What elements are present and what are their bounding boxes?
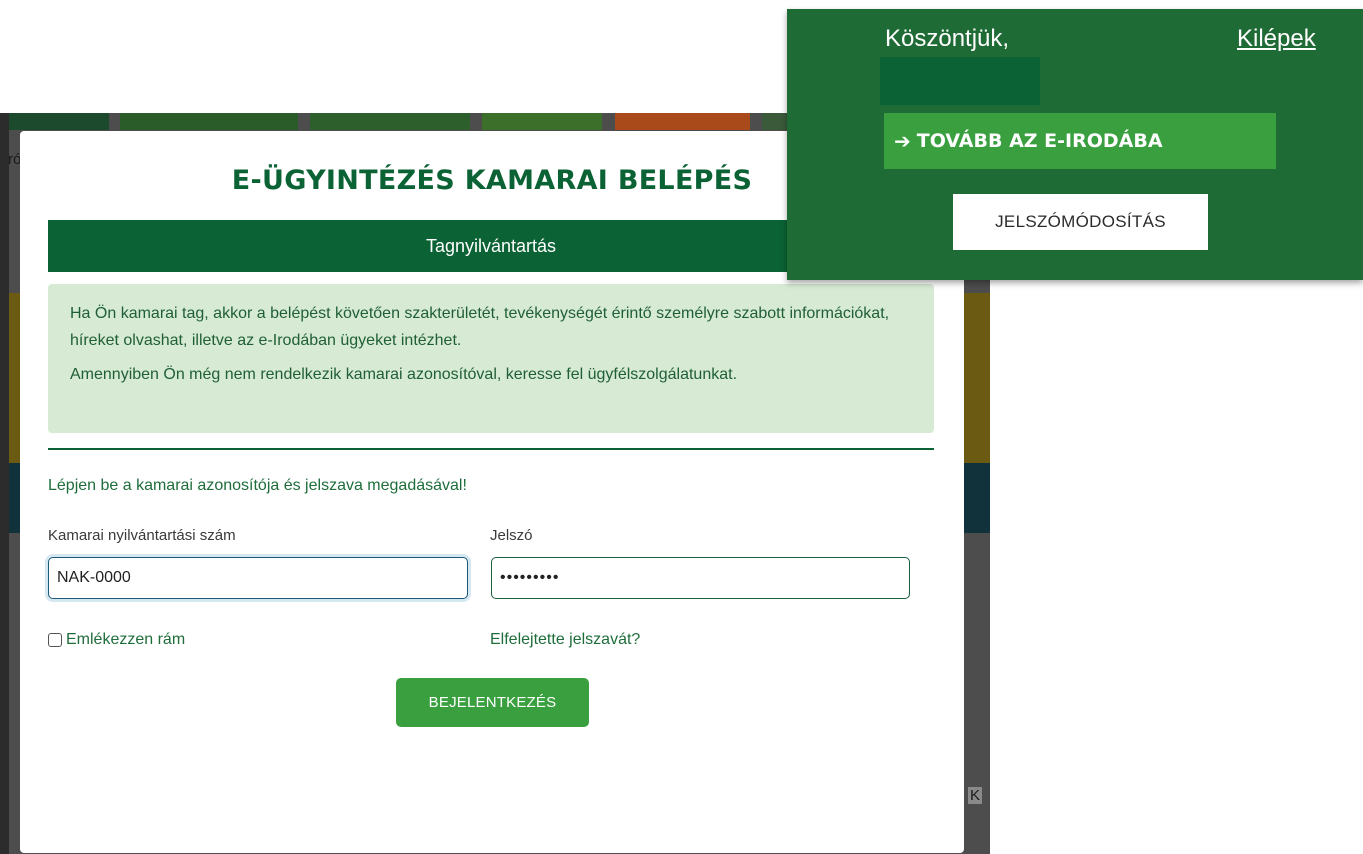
- password-field-label: Jelszó: [490, 527, 533, 544]
- bg-scrollbar: [0, 113, 9, 854]
- bg-strip-1: [9, 113, 109, 130]
- bg-strip-5: [615, 113, 750, 130]
- login-button[interactable]: BEJELENTKEZÉS: [396, 678, 589, 727]
- info-paragraph-2: Amennyiben Ön még nem rendelkezik kamara…: [70, 366, 738, 383]
- remember-me-checkbox[interactable]: [48, 633, 62, 647]
- user-name-redacted: [880, 57, 1040, 105]
- forgot-password-link[interactable]: Elfelejtette jelszavát?: [490, 631, 640, 649]
- bg-strip-2: [120, 113, 298, 130]
- login-instruction: Lépjen be a kamarai azonosítója és jelsz…: [48, 477, 467, 494]
- remember-me-label[interactable]: Emlékezzen rám: [66, 631, 185, 649]
- logout-link[interactable]: Kilépek: [1237, 25, 1316, 53]
- info-paragraph-1: Ha Ön kamarai tag, akkor a belépést köve…: [70, 305, 890, 349]
- password-input[interactable]: [491, 557, 910, 599]
- id-field-label: Kamarai nyilvántartási szám: [48, 527, 236, 544]
- chamber-id-input[interactable]: [48, 557, 468, 599]
- bg-strip-3: [310, 113, 470, 130]
- password-change-button[interactable]: JELSZÓMÓDOSÍTÁS: [953, 194, 1208, 250]
- remember-me[interactable]: Emlékezzen rám: [48, 631, 185, 649]
- bg-text-fragment-right: K: [968, 787, 983, 804]
- bg-strip-4: [482, 113, 602, 130]
- info-box: Ha Ön kamarai tag, akkor a belépést köve…: [48, 284, 934, 433]
- arrow-right-icon: ➔: [894, 129, 911, 153]
- greeting-text: Köszöntjük,: [885, 25, 1010, 52]
- divider: [48, 448, 934, 450]
- user-panel: Köszöntjük, Kilépek ➔ TOVÁBB AZ E-IRODÁB…: [787, 9, 1363, 280]
- to-eoffice-label: TOVÁBB AZ E-IRODÁBA: [916, 130, 1163, 152]
- to-eoffice-button[interactable]: ➔ TOVÁBB AZ E-IRODÁBA: [884, 113, 1276, 169]
